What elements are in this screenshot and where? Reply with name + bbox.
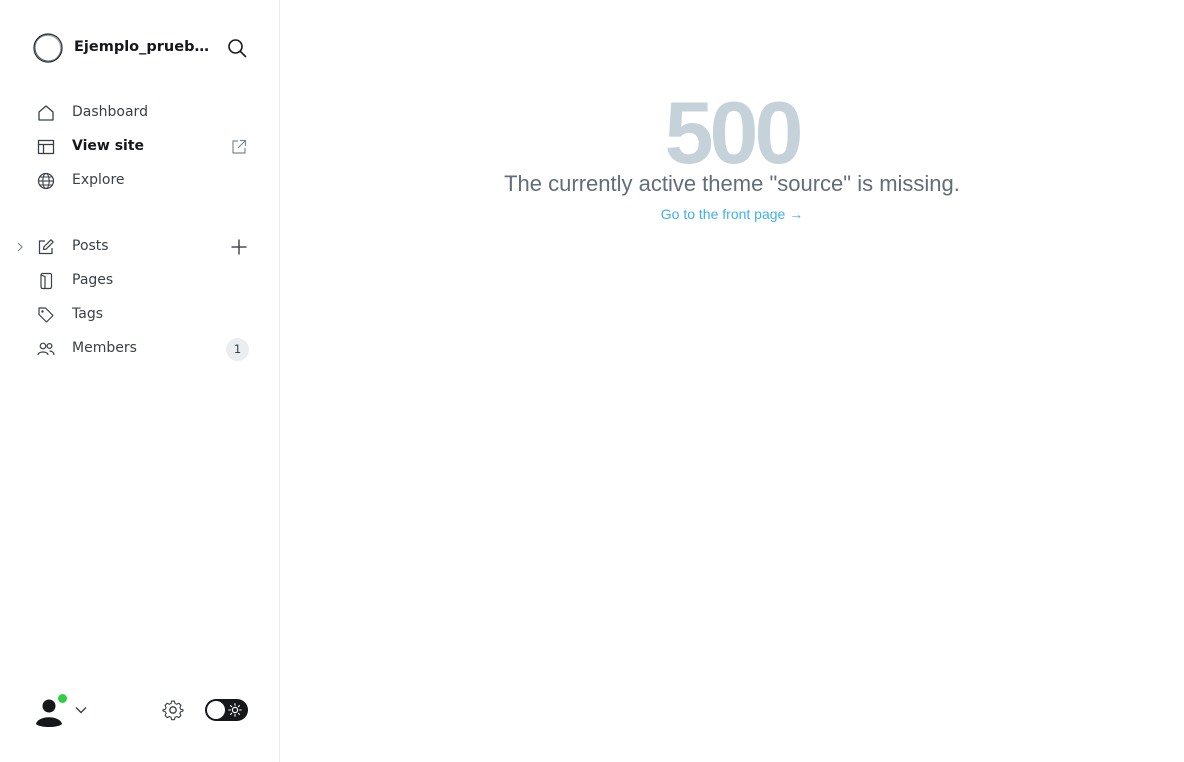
globe-icon (37, 172, 55, 190)
theme-toggle[interactable] (205, 699, 248, 721)
nav-primary: Dashboard View site Explore (0, 96, 280, 198)
plus-icon[interactable] (230, 238, 248, 256)
sidebar-item-label: Members (72, 340, 137, 356)
online-status-indicator (57, 693, 68, 704)
members-count-badge: 1 (226, 338, 249, 361)
sidebar-item-posts[interactable]: Posts (0, 230, 280, 264)
site-header: Ejemplo_prueba... (32, 32, 248, 64)
sidebar-footer (32, 692, 248, 728)
tag-icon (38, 307, 54, 323)
sidebar-item-label: Explore (72, 172, 125, 188)
gear-icon[interactable] (161, 698, 185, 722)
sidebar-item-label: Posts (72, 238, 109, 254)
pages-icon (40, 272, 53, 290)
site-logo-icon[interactable] (32, 32, 64, 64)
home-icon (38, 105, 54, 121)
front-page-link[interactable]: Go to the front page → (280, 206, 1184, 222)
main-content: 500 The currently active theme "source" … (280, 0, 1184, 762)
sidebar-item-members[interactable]: Members 1 (0, 332, 280, 366)
site-title[interactable]: Ejemplo_prueba... (74, 39, 210, 55)
error-code: 500 (664, 83, 804, 182)
external-link-icon[interactable] (230, 138, 248, 156)
chevron-down-icon[interactable] (74, 704, 88, 716)
pen-icon (38, 239, 54, 255)
sidebar-item-label: Tags (72, 306, 103, 322)
sidebar-item-dashboard[interactable]: Dashboard (0, 96, 280, 130)
sidebar-item-pages[interactable]: Pages (0, 264, 280, 298)
sidebar-item-label: Pages (72, 272, 114, 288)
sidebar: Ejemplo_prueba... Dashboard View site Ex… (0, 0, 280, 762)
chevron-right-icon[interactable] (14, 240, 26, 254)
error-message: The currently active theme "source" is m… (504, 171, 960, 196)
sidebar-item-view-site[interactable]: View site (0, 130, 280, 164)
sidebar-item-tags[interactable]: Tags (0, 298, 280, 332)
nav-secondary: Posts Pages Tags Members 1 (0, 230, 280, 366)
members-icon (37, 342, 55, 356)
toggle-knob (207, 701, 225, 719)
sun-icon (228, 703, 242, 717)
sidebar-item-explore[interactable]: Explore (0, 164, 280, 198)
search-icon[interactable] (226, 37, 248, 59)
sidebar-item-label: View site (72, 138, 145, 154)
sidebar-item-label: Dashboard (72, 104, 148, 120)
layout-icon (37, 139, 55, 155)
